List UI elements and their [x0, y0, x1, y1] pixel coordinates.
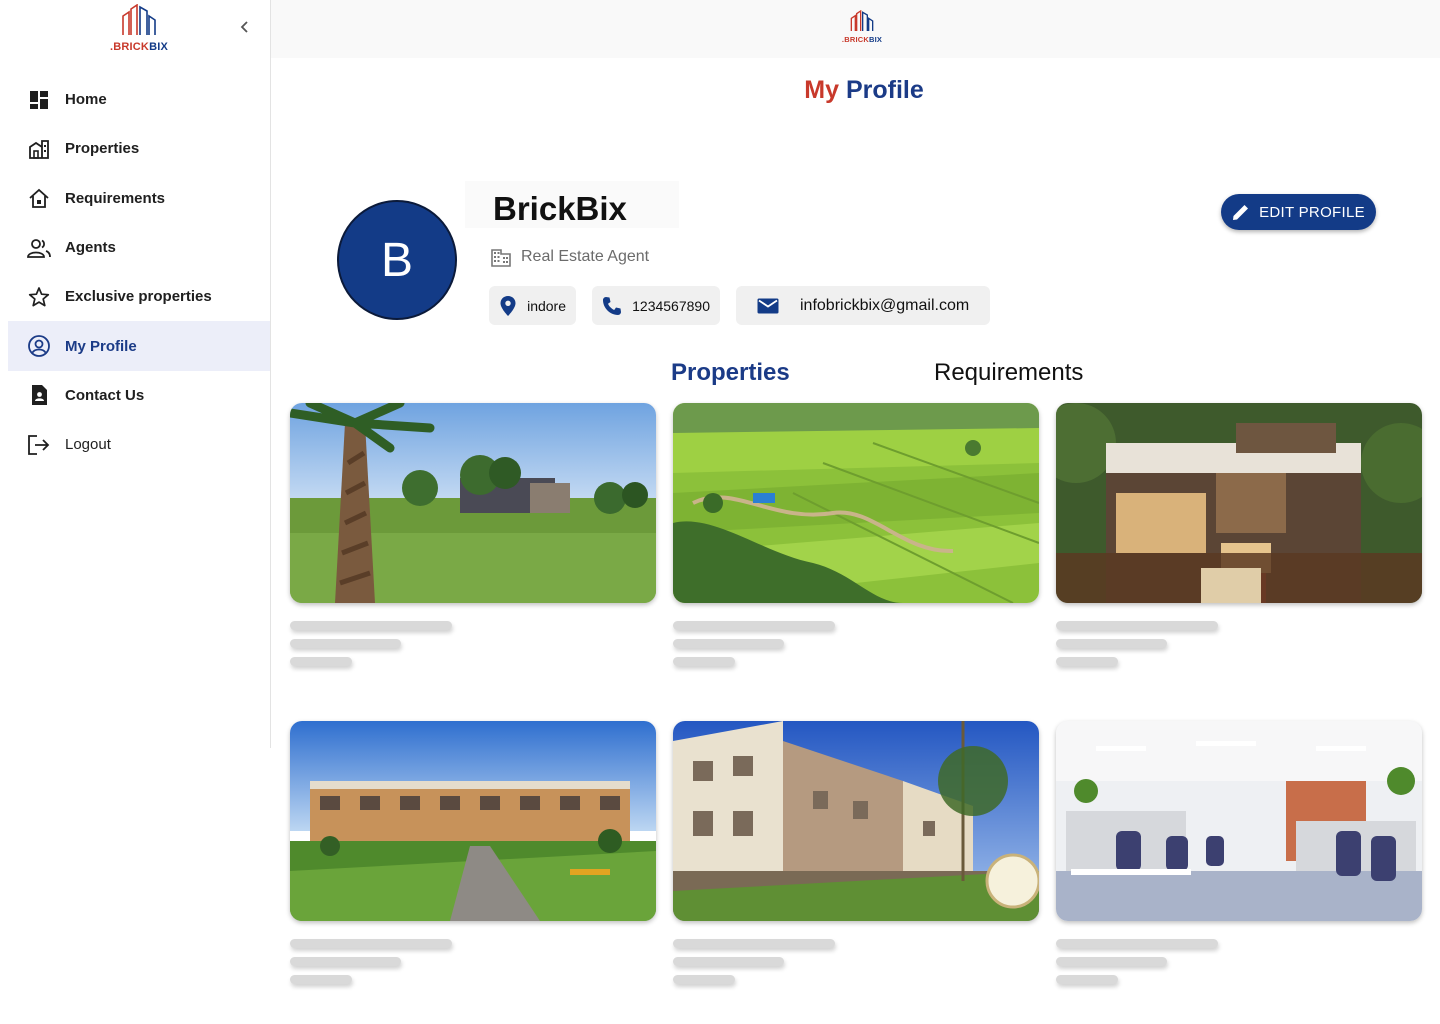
- skeleton-line: [290, 957, 401, 966]
- sidebar-item-label: Properties: [65, 140, 140, 158]
- location-chip: indore: [489, 286, 576, 325]
- skeleton-line: [673, 939, 835, 948]
- skeleton-line: [673, 657, 735, 666]
- top-app-bar: .BRICKBIX: [271, 0, 1440, 58]
- sidebar-item-label: Requirements: [65, 189, 166, 207]
- phone-icon: [602, 295, 622, 317]
- property-card[interactable]: [1056, 721, 1422, 984]
- building-logo-icon: [122, 4, 156, 35]
- sidebar-item-label: Exclusive properties: [65, 288, 212, 306]
- property-card[interactable]: [1056, 403, 1422, 666]
- property-card[interactable]: [290, 721, 656, 984]
- sidebar-item-label: Contact Us: [65, 386, 145, 404]
- location-pin-icon: [499, 295, 517, 317]
- sidebar-item-label: Home: [65, 91, 107, 109]
- property-image[interactable]: [673, 403, 1039, 603]
- phone-chip[interactable]: 1234567890: [592, 286, 720, 325]
- skeleton-line: [1056, 957, 1167, 966]
- sidebar-item-my-profile[interactable]: My Profile: [8, 321, 270, 371]
- sidebar-item-contact-us[interactable]: Contact Us: [8, 371, 270, 420]
- skeleton-line: [290, 939, 452, 948]
- property-card[interactable]: [673, 721, 1039, 984]
- skeleton-line: [673, 621, 835, 630]
- email-icon: [757, 295, 779, 317]
- sidebar-nav: Home Properties Requirements Agents Excl…: [8, 75, 270, 469]
- sidebar-item-label: Logout: [65, 436, 111, 454]
- house-search-icon: [26, 185, 52, 211]
- account-circle-icon: [26, 333, 52, 359]
- brickbix-logo[interactable]: .BRICKBIX: [837, 10, 887, 44]
- email-chip[interactable]: infobrickbix@gmail.com: [736, 286, 990, 325]
- sidebar-item-label: My Profile: [65, 337, 137, 355]
- chevron-left-icon: [240, 21, 248, 33]
- profile-name: BrickBix: [493, 190, 627, 227]
- buildings-icon: [26, 136, 52, 162]
- profile-role: Real Estate Agent: [490, 246, 649, 268]
- brickbix-logo[interactable]: .BRICKBIX: [104, 4, 174, 58]
- brand-name: .BRICKBIX: [109, 41, 169, 53]
- property-image[interactable]: [290, 403, 656, 603]
- property-card[interactable]: [290, 403, 656, 666]
- skeleton-line: [290, 621, 452, 630]
- sidebar-item-properties[interactable]: Properties: [8, 124, 270, 173]
- property-image[interactable]: [1056, 721, 1422, 921]
- sidebar-item-exclusive-properties[interactable]: Exclusive properties: [8, 272, 270, 321]
- tab-properties[interactable]: Properties: [671, 359, 790, 387]
- skeleton-line: [290, 639, 401, 648]
- brand-name: .BRICKBIX: [841, 35, 883, 44]
- skeleton-line: [1056, 639, 1167, 648]
- office-building-icon: [490, 246, 512, 268]
- skeleton-line: [1056, 621, 1218, 630]
- page-title: My Profile: [804, 76, 924, 104]
- pencil-icon: [1232, 203, 1250, 221]
- skeleton-line: [1056, 657, 1118, 666]
- avatar: B: [337, 200, 457, 320]
- tab-requirements[interactable]: Requirements: [934, 359, 1083, 387]
- property-image[interactable]: [673, 721, 1039, 921]
- logout-icon: [26, 432, 52, 458]
- building-logo-icon: [850, 10, 874, 31]
- property-card[interactable]: [673, 403, 1039, 666]
- skeleton-line: [1056, 939, 1218, 948]
- skeleton-line: [673, 957, 784, 966]
- skeleton-line: [1056, 975, 1118, 984]
- property-image[interactable]: [1056, 403, 1422, 603]
- edit-profile-button[interactable]: EDIT PROFILE: [1221, 194, 1376, 230]
- sidebar-item-requirements[interactable]: Requirements: [8, 174, 270, 223]
- sidebar: .BRICKBIX Home Properties Requirements A…: [0, 0, 271, 748]
- skeleton-line: [290, 975, 352, 984]
- sidebar-item-home[interactable]: Home: [8, 75, 270, 124]
- sidebar-item-label: Agents: [65, 239, 116, 257]
- sidebar-item-logout[interactable]: Logout: [8, 420, 270, 469]
- dashboard-icon: [26, 87, 52, 113]
- skeleton-line: [673, 975, 735, 984]
- property-image[interactable]: [290, 721, 656, 921]
- collapse-sidebar-button[interactable]: [234, 16, 256, 38]
- contact-doc-icon: [26, 382, 52, 408]
- star-icon: [26, 284, 52, 310]
- people-icon: [26, 235, 52, 261]
- sidebar-item-agents[interactable]: Agents: [8, 223, 270, 272]
- skeleton-line: [290, 657, 352, 666]
- skeleton-line: [673, 639, 784, 648]
